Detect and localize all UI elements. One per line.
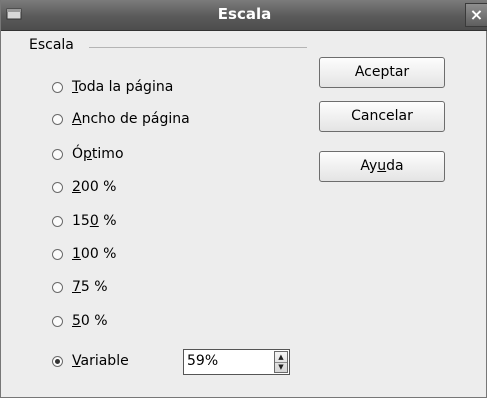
radio-indicator[interactable] [52, 81, 63, 93]
cancel-button[interactable]: Cancelar [319, 101, 445, 132]
radio-label: 50 % [72, 313, 108, 329]
radio-label: Toda la página [72, 79, 174, 95]
spin-buttons: ▲ ▼ [274, 351, 288, 373]
radio-indicator[interactable] [52, 315, 63, 327]
radio-label: Óptimo [72, 146, 124, 162]
scale-group-label: Escala [29, 37, 74, 53]
radio-indicator[interactable] [52, 215, 63, 227]
radio-100-percent[interactable]: 100 % [52, 243, 117, 265]
radio-indicator[interactable] [52, 181, 63, 193]
radio-whole-page[interactable]: Toda la página [52, 76, 173, 98]
radio-label: Variable [72, 353, 129, 369]
radio-optimal[interactable]: Óptimo [52, 143, 124, 165]
help-button[interactable]: Ayuda [319, 151, 445, 182]
close-button[interactable]: × [465, 3, 487, 27]
title-bar[interactable]: Escala × [1, 0, 487, 31]
radio-50-percent[interactable]: 50 % [52, 310, 108, 332]
radio-indicator[interactable] [52, 113, 63, 125]
variable-scale-spinbox[interactable]: 59% ▲ ▼ [183, 349, 290, 375]
radio-label: 200 % [72, 179, 117, 195]
radio-page-width[interactable]: Ancho de página [52, 108, 190, 130]
window-title: Escala [217, 5, 272, 23]
scale-dialog: Escala × Escala Toda la página Ancho de … [0, 0, 487, 398]
radio-indicator[interactable] [52, 281, 63, 293]
variable-scale-input[interactable]: 59% [187, 353, 218, 369]
radio-indicator-selected[interactable] [52, 355, 63, 367]
accept-button[interactable]: Aceptar [319, 57, 445, 88]
radio-75-percent[interactable]: 75 % [52, 276, 108, 298]
arrow-down-icon[interactable]: ▼ [275, 362, 287, 372]
radio-label: 150 % [72, 213, 117, 229]
radio-indicator[interactable] [52, 248, 63, 260]
radio-variable[interactable]: Variable [52, 350, 129, 372]
close-icon: × [469, 5, 484, 24]
radio-200-percent[interactable]: 200 % [52, 176, 117, 198]
radio-label: 75 % [72, 279, 108, 295]
radio-indicator[interactable] [52, 148, 63, 160]
radio-label: Ancho de página [72, 111, 190, 127]
group-divider [89, 47, 307, 48]
radio-150-percent[interactable]: 150 % [52, 210, 117, 232]
radio-label: 100 % [72, 246, 117, 262]
